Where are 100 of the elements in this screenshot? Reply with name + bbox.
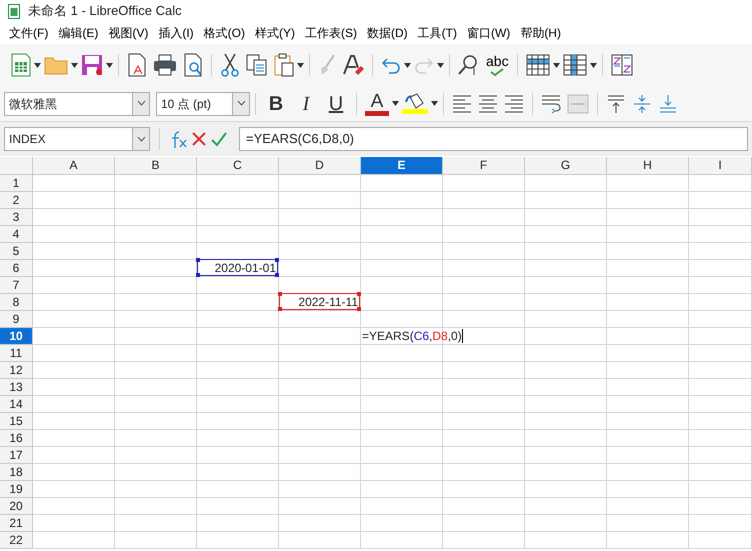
grid-cell[interactable]	[361, 430, 443, 447]
column-header[interactable]: C	[197, 157, 279, 175]
column-header[interactable]: H	[607, 157, 689, 175]
grid-cell[interactable]	[689, 328, 752, 345]
grid-cell[interactable]	[279, 243, 361, 260]
grid-cell[interactable]	[361, 209, 443, 226]
grid-cell[interactable]	[443, 192, 525, 209]
caret-icon[interactable]	[437, 62, 444, 68]
grid-cell[interactable]	[115, 277, 197, 294]
caret-icon[interactable]	[71, 62, 78, 68]
font-name-field[interactable]: 微软雅黑	[4, 92, 150, 116]
grid-cell[interactable]	[443, 498, 525, 515]
grid-cell[interactable]	[33, 328, 115, 345]
grid-cell[interactable]	[279, 328, 361, 345]
grid-cell[interactable]	[443, 396, 525, 413]
bold-button[interactable]: B	[261, 88, 291, 118]
row-header[interactable]: 2	[0, 192, 33, 209]
grid-cell[interactable]	[361, 362, 443, 379]
grid-cell[interactable]	[361, 464, 443, 481]
grid-cell[interactable]	[607, 243, 689, 260]
grid-cell[interactable]	[443, 345, 525, 362]
grid-cell[interactable]	[279, 430, 361, 447]
grid-cell[interactable]	[197, 430, 279, 447]
grid-cell[interactable]	[279, 345, 361, 362]
grid-cell[interactable]	[279, 209, 361, 226]
grid-cell[interactable]	[607, 175, 689, 192]
caret-icon[interactable]	[552, 62, 560, 68]
grid-cell[interactable]	[115, 464, 197, 481]
grid-cell[interactable]	[115, 379, 197, 396]
grid-cell[interactable]	[361, 260, 443, 277]
grid-cell[interactable]	[689, 345, 752, 362]
grid-cell[interactable]	[443, 447, 525, 464]
grid-cell[interactable]	[525, 413, 607, 430]
grid-cell[interactable]	[525, 294, 607, 311]
grid-cell[interactable]	[33, 277, 115, 294]
font-color-button[interactable]: A	[362, 88, 392, 118]
grid-cell[interactable]	[361, 413, 443, 430]
grid-cell[interactable]	[33, 192, 115, 209]
italic-button[interactable]: I	[291, 88, 321, 118]
grid-cell[interactable]	[33, 260, 115, 277]
grid-cell[interactable]	[689, 481, 752, 498]
grid-cell[interactable]	[525, 328, 607, 345]
grid-cell[interactable]	[607, 379, 689, 396]
menu-item[interactable]: 文件(F)	[4, 24, 54, 42]
row-header[interactable]: 14	[0, 396, 33, 413]
grid-cell[interactable]	[607, 226, 689, 243]
grid-cell[interactable]	[361, 481, 443, 498]
grid-cell[interactable]	[525, 532, 607, 549]
font-size-field[interactable]: 10 点 (pt)	[156, 92, 250, 116]
chevron-icon[interactable]	[136, 136, 146, 142]
grid-cell[interactable]	[33, 498, 115, 515]
grid-cell[interactable]	[33, 430, 115, 447]
grid-cell[interactable]	[33, 413, 115, 430]
grid-cell[interactable]	[279, 260, 361, 277]
grid-cell[interactable]	[443, 277, 525, 294]
grid-cell[interactable]	[197, 532, 279, 549]
column-header[interactable]: D	[279, 157, 361, 175]
caret-icon[interactable]	[431, 101, 438, 106]
menu-item[interactable]: 格式(O)	[198, 24, 250, 42]
caret-icon[interactable]	[297, 62, 304, 68]
grid-cell[interactable]	[689, 175, 752, 192]
grid-cell[interactable]	[197, 515, 279, 532]
row-header[interactable]: 15	[0, 413, 33, 430]
row-header[interactable]: 22	[0, 532, 33, 549]
grid-cell[interactable]	[689, 209, 752, 226]
grid-cell[interactable]	[33, 464, 115, 481]
grid-cell[interactable]	[689, 532, 752, 549]
grid-cell[interactable]	[607, 260, 689, 277]
column-header[interactable]: E	[361, 157, 443, 175]
grid-cell[interactable]	[197, 277, 279, 294]
grid-cell[interactable]	[607, 277, 689, 294]
menu-item[interactable]: 编辑(E)	[53, 24, 104, 42]
formula-input-field[interactable]: =YEARS(C6,D8,0)	[239, 127, 748, 151]
grid-cell[interactable]	[443, 175, 525, 192]
grid-cell[interactable]	[689, 362, 752, 379]
grid-cell[interactable]	[115, 498, 197, 515]
grid-cell[interactable]	[689, 260, 752, 277]
name-box[interactable]: INDEX	[4, 127, 150, 151]
grid-cell[interactable]	[115, 192, 197, 209]
grid-cell[interactable]	[443, 515, 525, 532]
grid-cell[interactable]	[525, 447, 607, 464]
grid-cell[interactable]	[279, 311, 361, 328]
grid-cell[interactable]	[115, 362, 197, 379]
row-header[interactable]: 8	[0, 294, 33, 311]
grid-cell[interactable]	[443, 362, 525, 379]
select-all-corner[interactable]	[0, 157, 33, 175]
grid-cell[interactable]	[525, 430, 607, 447]
grid-cell[interactable]	[443, 294, 525, 311]
grid-cell[interactable]	[525, 175, 607, 192]
grid-cell[interactable]	[361, 498, 443, 515]
grid-cell[interactable]	[689, 379, 752, 396]
grid-cell[interactable]	[689, 430, 752, 447]
grid-cell[interactable]	[115, 413, 197, 430]
grid-cell[interactable]	[115, 396, 197, 413]
grid-cell[interactable]	[525, 243, 607, 260]
grid-cell[interactable]	[443, 243, 525, 260]
grid-cell[interactable]	[525, 396, 607, 413]
column-header[interactable]: I	[689, 157, 752, 175]
grid-cell[interactable]	[443, 413, 525, 430]
grid-cell[interactable]	[115, 447, 197, 464]
